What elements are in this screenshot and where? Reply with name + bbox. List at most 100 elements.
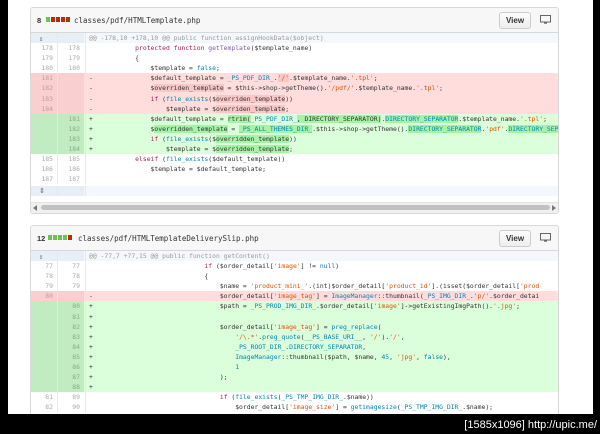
new-line-number[interactable]: 79 [58, 281, 84, 291]
old-line-number[interactable]: 82 [31, 402, 57, 412]
new-line-number[interactable] [58, 93, 84, 104]
diffstat-bar [48, 235, 72, 240]
diff-row-context: 77 77 if ($order_detail['image'] != null) [31, 261, 558, 272]
old-line-number[interactable] [31, 144, 57, 155]
new-line-number[interactable]: 83 [58, 331, 84, 342]
new-line-number[interactable]: 178 [58, 43, 84, 53]
code-token: _PS_TMP_IMG_DIR_ [400, 403, 463, 412]
old-line-number[interactable] [31, 341, 57, 352]
scrollbar-thumb[interactable] [41, 205, 550, 210]
old-line-number[interactable]: 185 [31, 154, 57, 164]
scroll-right-icon[interactable] [552, 205, 556, 211]
code-token: $template = $default_template; [89, 165, 266, 174]
new-line-number[interactable] [58, 103, 84, 114]
old-line-number[interactable]: 78 [31, 271, 57, 281]
old-line-number[interactable] [31, 372, 57, 383]
new-line-number[interactable]: 77 [58, 261, 84, 271]
code-token: , DIRECTORY_SEPARATOR) [296, 114, 382, 123]
old-line-number[interactable] [31, 331, 57, 342]
old-line-number[interactable]: 180 [31, 63, 57, 73]
code-token: ($order_detail[ [212, 262, 274, 271]
new-line-number[interactable]: 90 [58, 402, 84, 412]
old-line-number[interactable]: 81 [31, 392, 57, 402]
old-line-number[interactable] [31, 351, 57, 363]
old-line-number[interactable]: 178 [31, 43, 57, 53]
diff-row-deleted: 80 - $order_detail['image_tag'] = ImageMa… [31, 291, 558, 302]
old-line-number[interactable]: 183 [31, 93, 57, 104]
new-line-number[interactable]: 78 [58, 271, 84, 281]
horizontal-scrollbar[interactable] [31, 202, 558, 213]
new-line-number[interactable]: 179 [58, 53, 84, 63]
diff-row-context: 185 185 elseif (file_exists($default_temp… [31, 154, 558, 165]
new-line-number[interactable]: 89 [58, 392, 84, 402]
new-line-number[interactable]: 86 [58, 362, 84, 373]
code-token: file_exists [165, 134, 209, 143]
new-line-number[interactable]: 85 [58, 351, 84, 363]
hunk-header: ⇕ @@ -77,7 +77,15 @@ public function get… [31, 251, 558, 262]
code-token: , [400, 332, 405, 341]
new-line-number[interactable]: 183 [58, 133, 84, 145]
old-line-number[interactable]: 184 [31, 103, 57, 114]
expand-row: ⇕ [31, 186, 558, 197]
old-line-number[interactable]: 179 [31, 53, 57, 63]
new-line-number[interactable]: 82 [58, 321, 84, 332]
old-line-number[interactable]: 187 [31, 174, 57, 184]
old-line-number[interactable] [31, 382, 57, 393]
old-line-number[interactable] [31, 133, 57, 145]
new-line-number[interactable]: 81 [58, 311, 84, 322]
code-token: file_exists [165, 155, 209, 164]
old-line-number[interactable]: 186 [31, 164, 57, 174]
new-line-number[interactable]: 84 [58, 341, 84, 352]
hunk-text: @@ -178,10 +178,10 @@ public function as… [89, 34, 324, 42]
old-line-number[interactable] [31, 123, 57, 134]
new-line-number[interactable]: 181 [58, 113, 84, 124]
display-rich-diff-icon[interactable] [540, 233, 551, 242]
new-line-number[interactable]: 185 [58, 154, 84, 164]
new-line-number[interactable] [58, 83, 84, 94]
new-line-number[interactable]: 182 [58, 123, 84, 134]
new-line-number[interactable]: 186 [58, 164, 84, 174]
old-line-number[interactable]: 79 [31, 281, 57, 291]
old-line-number[interactable]: 77 [31, 261, 57, 271]
code-token: ] = [316, 322, 332, 331]
code-token: file_exists [165, 94, 209, 103]
code-token: '.tpl' [519, 114, 544, 123]
view-button[interactable]: View [499, 230, 531, 247]
diff-row-added: 183 + if (file_exists($overridden_templat… [31, 133, 558, 145]
new-line-number[interactable]: 184 [58, 144, 84, 155]
display-rich-diff-icon[interactable] [540, 15, 551, 24]
diff-row-context: 78 78 { [31, 271, 558, 282]
old-line-number[interactable] [31, 362, 57, 373]
code-line: - if (file_exists($overriden_template)) [89, 94, 558, 104]
new-line-number[interactable]: 80 [58, 301, 84, 312]
new-line-number[interactable]: 187 [58, 174, 84, 184]
old-line-number[interactable]: 181 [31, 73, 57, 84]
old-line-number[interactable] [31, 113, 57, 124]
new-line-number[interactable]: 180 [58, 63, 84, 73]
old-line-number[interactable] [31, 321, 57, 332]
code-token: .$order_detail[ [316, 302, 374, 311]
view-button[interactable]: View [499, 12, 531, 29]
old-line-number[interactable] [31, 311, 57, 322]
code-token: _PS_PROD_IMG_DIR_ [250, 302, 317, 311]
new-line-number[interactable] [58, 73, 84, 84]
new-line-number[interactable]: 87 [58, 372, 84, 383]
expand-down-icon[interactable]: ⇕ [39, 187, 45, 197]
code-line: + 1 [89, 362, 558, 372]
code-token: DIRECTORY_SEPARATOR [508, 124, 558, 133]
code-token: ($default_template)) [208, 155, 286, 164]
diff-row-deleted: 181 - $default_template = _PS_PDF_DIR_.'/… [31, 73, 558, 84]
code-token: ; [289, 145, 293, 154]
old-line-number[interactable] [31, 301, 57, 312]
code-line: + $template = $overridden_template; [89, 144, 558, 154]
new-line-number[interactable]: 88 [58, 382, 84, 393]
diff-row-context: 79 79 $name = 'product_mini_'.(int)$order… [31, 281, 558, 292]
scroll-left-icon[interactable] [33, 205, 37, 211]
old-line-number[interactable]: 80 [31, 291, 57, 302]
new-line-number[interactable] [58, 291, 84, 302]
file-diff: 12 classes/pdf/HTMLTemplateDeliverySlip.… [30, 225, 559, 414]
old-line-number[interactable]: 182 [31, 83, 57, 94]
code-token: 'image' [273, 262, 301, 271]
